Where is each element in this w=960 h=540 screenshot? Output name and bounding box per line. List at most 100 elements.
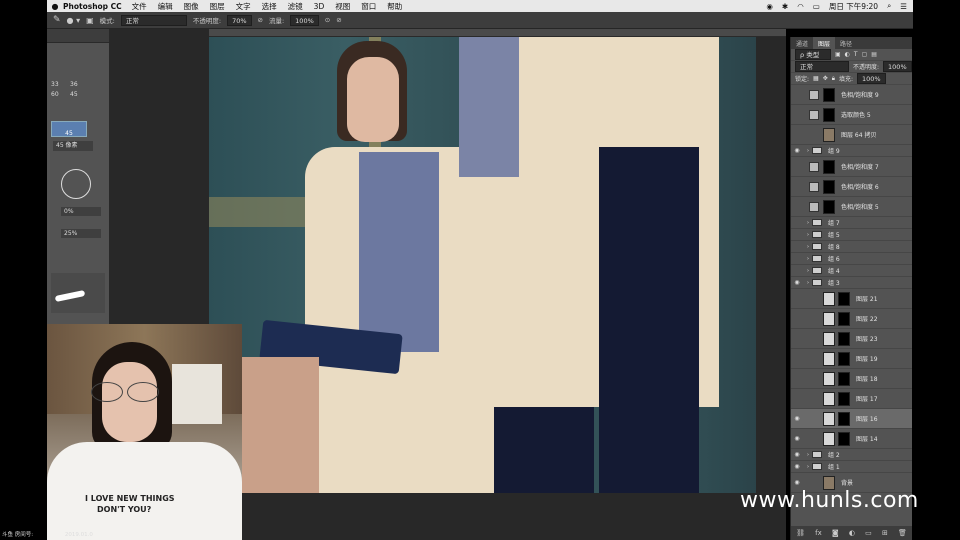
tab-channels[interactable]: 通道	[791, 37, 813, 49]
layer-thumbnail[interactable]	[823, 331, 835, 346]
fill-input[interactable]: 100%	[856, 73, 886, 84]
menu-image[interactable]: 图像	[184, 1, 199, 12]
brush-size-preset[interactable]: 36	[70, 81, 86, 88]
opacity-input[interactable]: 70%	[227, 14, 252, 26]
link-layers-icon[interactable]: ⛓	[796, 529, 805, 537]
brush-size-preset[interactable]: 45	[70, 91, 86, 98]
lock-all-icon[interactable]: 🔒︎	[832, 75, 835, 83]
visibility-eye-icon[interactable]: ◉	[791, 147, 803, 154]
layer-group-row[interactable]: ◉ › 组 9	[791, 145, 912, 157]
menu-file[interactable]: 文件	[132, 1, 147, 12]
airbrush-icon[interactable]: ⊙	[325, 16, 330, 24]
search-icon[interactable]: ⌕	[887, 1, 891, 11]
layer-mask-thumbnail[interactable]	[838, 431, 850, 446]
layer-mask-thumbnail[interactable]	[823, 107, 835, 122]
group-expand-icon[interactable]: ›	[807, 232, 809, 238]
group-expand-icon[interactable]: ›	[807, 464, 809, 470]
filter-shape-icon[interactable]: ▢	[862, 51, 868, 58]
apple-icon[interactable]: ●	[47, 2, 63, 11]
lock-position-icon[interactable]: ✥	[823, 75, 828, 82]
group-expand-icon[interactable]: ›	[807, 268, 809, 274]
battery-icon[interactable]: ▭	[813, 2, 820, 11]
layer-mask-thumbnail[interactable]	[823, 179, 835, 194]
layer-style-icon[interactable]: fx	[815, 529, 822, 537]
layer-row[interactable]: 选取颜色 5	[791, 105, 912, 125]
brush-angle-dial[interactable]	[61, 169, 91, 199]
brush-size-preset[interactable]: 60	[51, 91, 67, 98]
bluetooth-icon[interactable]: ✱	[782, 2, 788, 11]
wifi-icon[interactable]: ◠	[797, 2, 804, 11]
layer-mask-thumbnail[interactable]	[838, 311, 850, 326]
menu-type[interactable]: 文字	[236, 1, 251, 12]
layer-mask-thumbnail[interactable]	[838, 371, 850, 386]
brush-size-field[interactable]: 45 像素	[53, 141, 93, 151]
layer-thumbnail[interactable]	[823, 371, 835, 386]
group-expand-icon[interactable]: ›	[807, 452, 809, 458]
visibility-eye-icon[interactable]: ◉	[791, 463, 803, 470]
layer-thumbnail[interactable]	[823, 431, 835, 446]
layer-mask-thumbnail[interactable]	[823, 159, 835, 174]
group-expand-icon[interactable]: ›	[807, 280, 809, 286]
filter-smart-icon[interactable]: ▤	[871, 51, 877, 58]
add-mask-icon[interactable]: ◙	[832, 529, 839, 537]
new-group-icon[interactable]: ▭	[865, 529, 872, 537]
filter-type-icon[interactable]: T	[854, 51, 858, 58]
document-canvas[interactable]	[209, 37, 756, 493]
layer-row[interactable]: 图层 64 拷贝	[791, 125, 912, 145]
brush-tool-icon[interactable]: ✎	[53, 15, 61, 25]
layer-group-row[interactable]: › 组 4	[791, 265, 912, 277]
menu-3d[interactable]: 3D	[314, 2, 325, 11]
layer-thumbnail[interactable]	[823, 411, 835, 426]
mode-select[interactable]: 正常	[120, 14, 187, 26]
menu-view[interactable]: 视图	[335, 1, 350, 12]
flow-input[interactable]: 100%	[290, 14, 319, 26]
layer-filter-select[interactable]: ρ 类型	[795, 49, 831, 60]
layer-row[interactable]: 图层 22	[791, 309, 912, 329]
menu-window[interactable]: 窗口	[361, 1, 376, 12]
layer-mask-thumbnail[interactable]	[838, 411, 850, 426]
tab-layers[interactable]: 图层	[813, 37, 836, 49]
visibility-eye-icon[interactable]: ◉	[791, 435, 803, 442]
layer-thumbnail[interactable]	[823, 391, 835, 406]
pressure-opacity-icon[interactable]: ⊘	[258, 16, 263, 24]
layer-row[interactable]: ◉ 图层 16	[791, 409, 912, 429]
layer-row[interactable]: 图层 19	[791, 349, 912, 369]
menu-help[interactable]: 帮助	[387, 1, 402, 12]
layer-group-row[interactable]: › 组 8	[791, 241, 912, 253]
layer-group-row[interactable]: ◉ › 组 3	[791, 277, 912, 289]
layer-mask-thumbnail[interactable]	[823, 199, 835, 214]
visibility-eye-icon[interactable]: ◉	[791, 479, 803, 486]
layer-mask-thumbnail[interactable]	[838, 351, 850, 366]
layer-group-row[interactable]: › 组 5	[791, 229, 912, 241]
cc-icon[interactable]: ◉	[766, 2, 773, 11]
layer-group-row[interactable]: ◉ › 组 1	[791, 461, 912, 473]
layer-mask-thumbnail[interactable]	[838, 291, 850, 306]
group-expand-icon[interactable]: ›	[807, 220, 809, 226]
layer-thumbnail[interactable]	[823, 351, 835, 366]
new-layer-icon[interactable]: ⊞	[882, 529, 888, 537]
layer-group-row[interactable]: › 组 6	[791, 253, 912, 265]
layer-row[interactable]: 图层 21	[791, 289, 912, 309]
menu-list-icon[interactable]: ☰	[900, 2, 907, 11]
layer-thumbnail[interactable]	[823, 291, 835, 306]
brush-preset-picker[interactable]: ● ▾	[67, 16, 81, 25]
visibility-eye-icon[interactable]: ◉	[791, 451, 803, 458]
group-expand-icon[interactable]: ›	[807, 148, 809, 154]
layer-thumbnail[interactable]	[823, 127, 835, 142]
layer-row[interactable]: 色相/饱和度 7	[791, 157, 912, 177]
panel-header[interactable]	[47, 29, 109, 43]
layer-thumbnail[interactable]	[823, 311, 835, 326]
layer-mask-thumbnail[interactable]	[838, 391, 850, 406]
group-expand-icon[interactable]: ›	[807, 244, 809, 250]
menu-layer[interactable]: 图层	[210, 1, 225, 12]
pressure-size-icon[interactable]: ⊘	[336, 16, 341, 24]
brush-size-preset-selected[interactable]: 45	[51, 121, 87, 137]
layer-row[interactable]: 图层 18	[791, 369, 912, 389]
layer-row[interactable]: 图层 23	[791, 329, 912, 349]
menu-edit[interactable]: 编辑	[158, 1, 173, 12]
layer-row[interactable]: 图层 17	[791, 389, 912, 409]
layer-group-row[interactable]: › 组 7	[791, 217, 912, 229]
layer-mask-thumbnail[interactable]	[823, 87, 835, 102]
brush-spacing-field[interactable]: 25%	[61, 229, 101, 238]
layer-row[interactable]: 色相/饱和度 9	[791, 85, 912, 105]
